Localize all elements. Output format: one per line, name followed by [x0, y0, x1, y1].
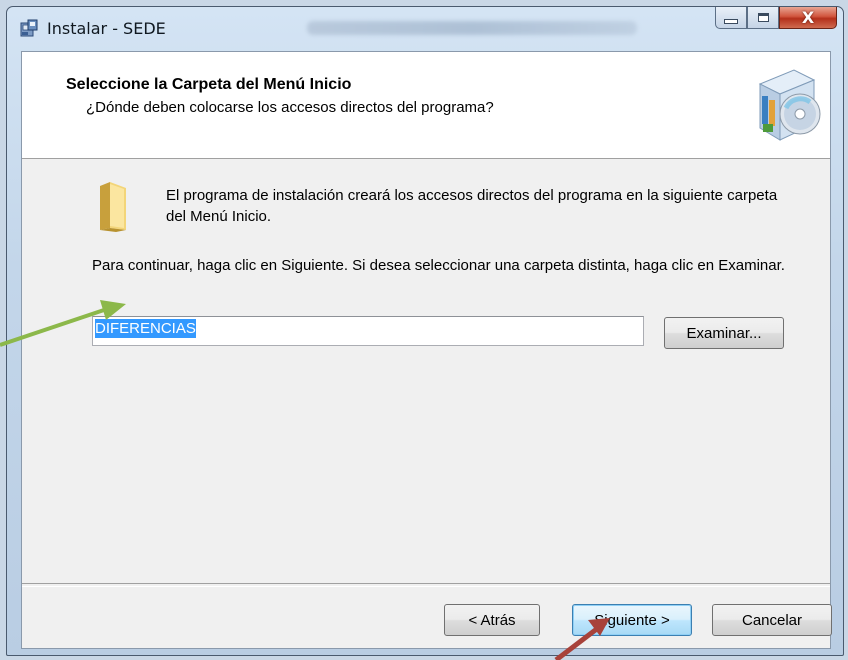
folder-icon: [100, 182, 126, 232]
minimize-icon: [724, 19, 738, 24]
minimize-button[interactable]: [715, 7, 747, 29]
browse-button[interactable]: Examinar...: [664, 317, 784, 349]
footer-separator: [22, 583, 830, 587]
start-menu-folder-input[interactable]: DIFERENCIAS: [92, 316, 644, 346]
back-button[interactable]: < Atrás: [444, 604, 540, 636]
installer-box-icon: [758, 69, 821, 141]
installer-window: Instalar - SEDE X Seleccione la Carpeta …: [6, 6, 844, 656]
page-title: Seleccione la Carpeta del Menú Inicio: [66, 76, 352, 93]
blurred-background-text: [307, 21, 637, 35]
close-button[interactable]: X: [779, 7, 837, 29]
next-button[interactable]: Siguiente >: [572, 604, 692, 636]
wizard-header: Seleccione la Carpeta del Menú Inicio ¿D…: [22, 52, 830, 159]
close-icon: X: [801, 8, 815, 27]
maximize-button[interactable]: [747, 7, 779, 29]
title-bar[interactable]: Instalar - SEDE X: [7, 7, 843, 47]
page-subtitle: ¿Dónde deben colocarse los accesos direc…: [86, 99, 494, 116]
dialog-client-area: Seleccione la Carpeta del Menú Inicio ¿D…: [21, 51, 832, 649]
window-title: Instalar - SEDE: [47, 19, 166, 38]
folder-input-value: DIFERENCIAS: [95, 319, 196, 338]
instructions-text: Para continuar, haga clic en Siguiente. …: [92, 257, 785, 274]
cancel-button[interactable]: Cancelar: [712, 604, 832, 636]
setup-icon: [20, 19, 38, 37]
info-text: El programa de instalación creará los ac…: [166, 187, 778, 225]
maximize-icon: [757, 13, 769, 22]
